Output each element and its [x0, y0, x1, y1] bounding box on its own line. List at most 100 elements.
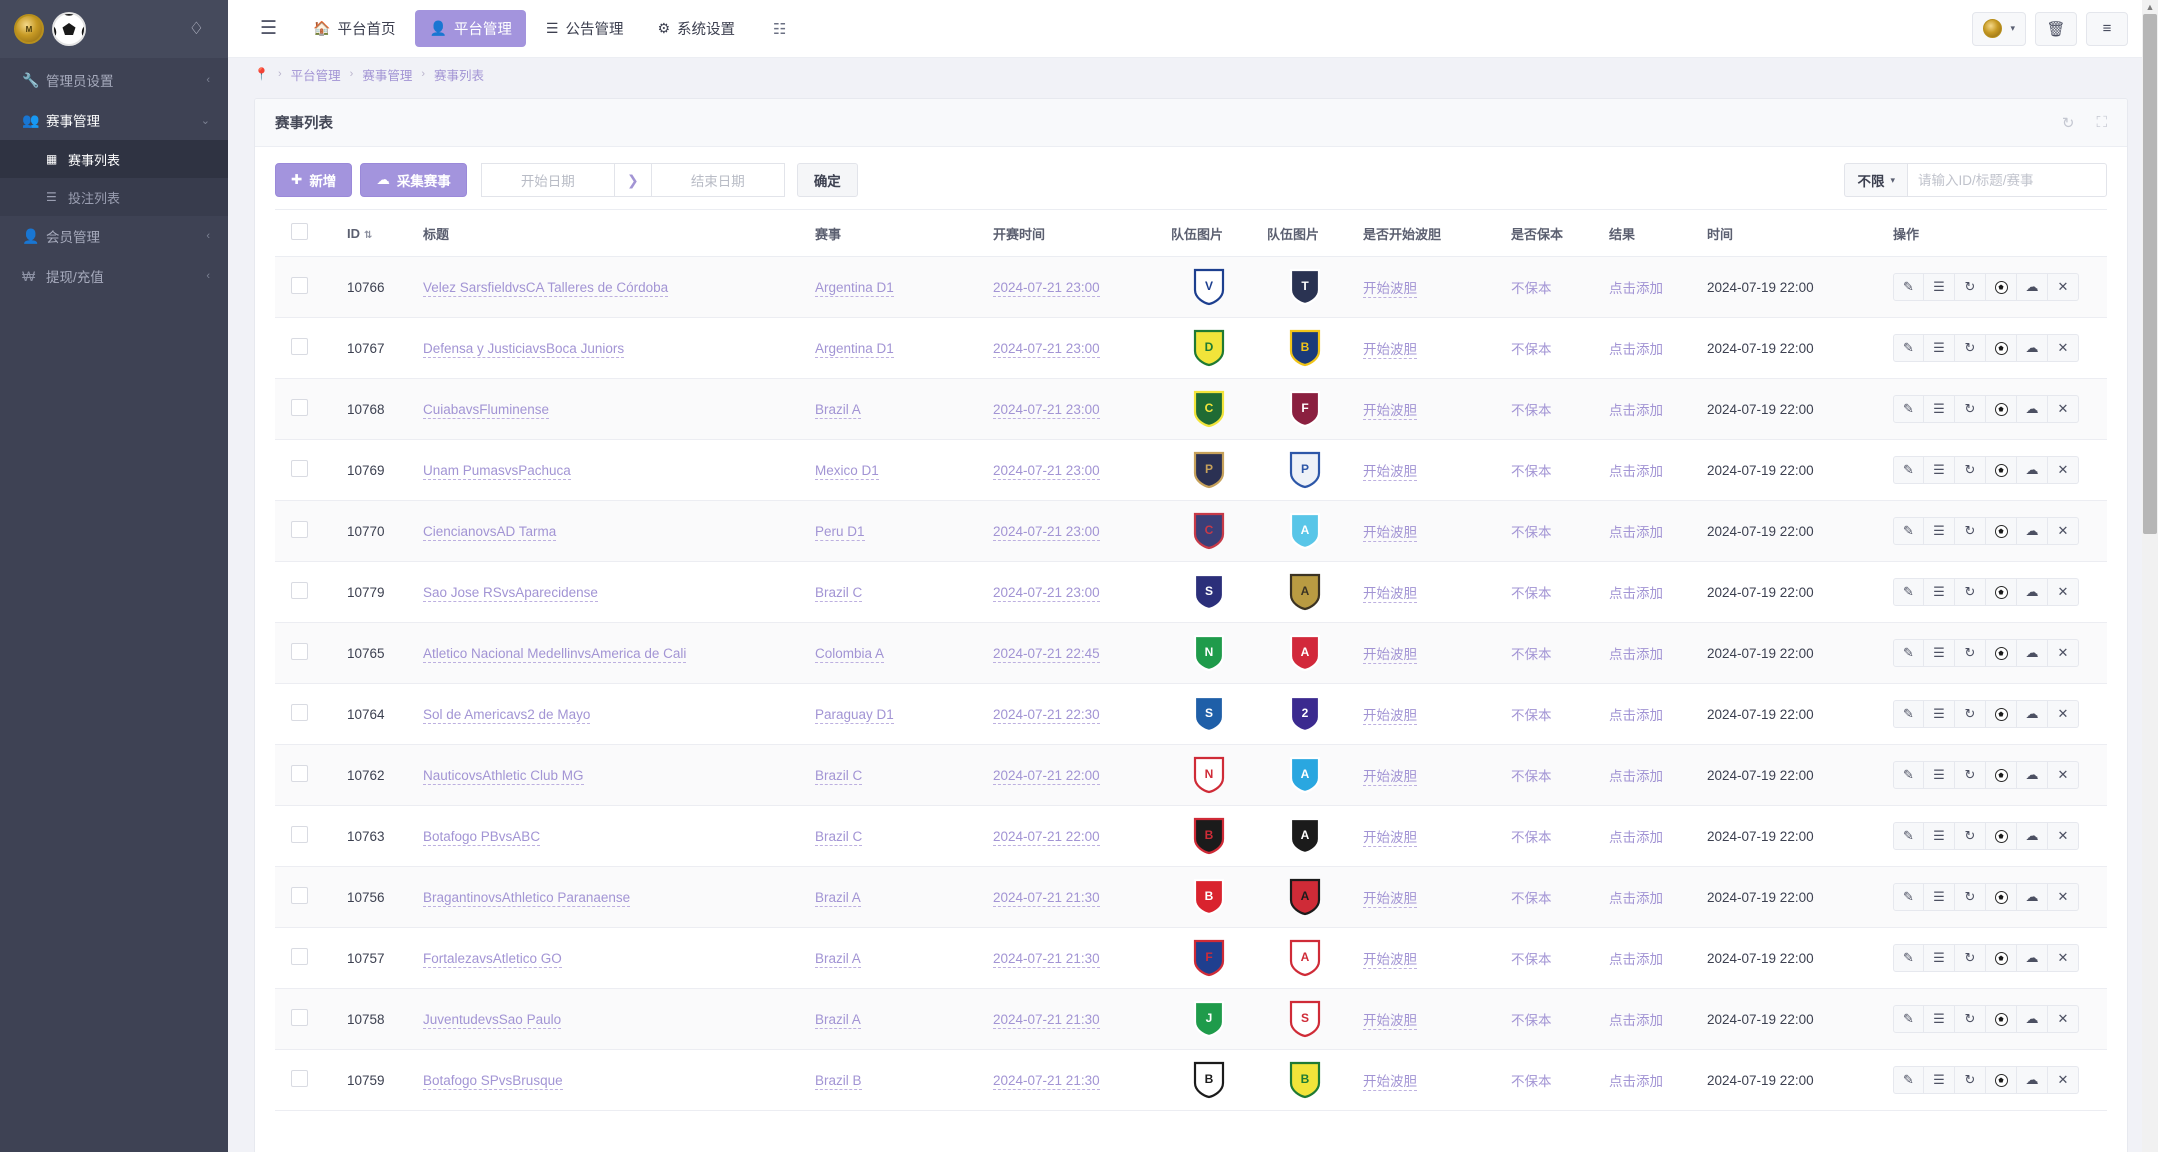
row-action-close[interactable]: ✕ — [2048, 761, 2079, 789]
league-link[interactable]: Brazil A — [815, 401, 861, 419]
trash-button[interactable]: 🗑 — [2035, 11, 2077, 46]
kickoff-link[interactable]: 2024-07-21 21:30 — [993, 1072, 1100, 1090]
row-action-soccer-ball[interactable] — [1986, 883, 2017, 911]
row-checkbox[interactable] — [291, 399, 308, 416]
result-add-link[interactable]: 点击添加 — [1609, 952, 1663, 967]
panel-toggle-button[interactable]: ≡ — [2086, 11, 2128, 46]
result-add-link[interactable]: 点击添加 — [1609, 891, 1663, 906]
row-action-list[interactable]: ☰ — [1924, 883, 1955, 911]
bodan-link[interactable]: 开始波胆 — [1363, 281, 1417, 298]
sidebar-item-match-list[interactable]: ▦ 赛事列表 — [0, 140, 228, 178]
tab-platform-home[interactable]: 🏠 平台首页 — [299, 10, 409, 47]
account-menu-button[interactable]: ▾ — [1972, 11, 2026, 46]
row-action-refresh[interactable]: ↻ — [1955, 456, 1986, 484]
row-action-cloud-upload[interactable]: ☁ — [2017, 334, 2048, 362]
row-action-refresh[interactable]: ↻ — [1955, 517, 1986, 545]
water-drop-icon[interactable]: ♢ — [189, 19, 204, 39]
row-action-close[interactable]: ✕ — [2048, 944, 2079, 972]
row-action-list[interactable]: ☰ — [1924, 1005, 1955, 1033]
league-link[interactable]: Brazil A — [815, 1011, 861, 1029]
header-id[interactable]: ID ⇅ — [337, 209, 413, 257]
sidebar-item-admin-settings[interactable]: 🔧 管理员设置 ‹ — [0, 60, 228, 100]
sidebar-item-match-management[interactable]: 👥 赛事管理 ⌄ — [0, 100, 228, 140]
row-action-list[interactable]: ☰ — [1924, 700, 1955, 728]
match-title-link[interactable]: Botafogo PBvsABC — [423, 828, 541, 846]
result-add-link[interactable]: 点击添加 — [1609, 708, 1663, 723]
row-checkbox[interactable] — [291, 887, 308, 904]
baoben-label[interactable]: 不保本 — [1511, 403, 1552, 418]
baoben-label[interactable]: 不保本 — [1511, 525, 1552, 540]
grid-icon[interactable]: ☷ — [773, 20, 787, 38]
row-action-list[interactable]: ☰ — [1924, 517, 1955, 545]
row-action-cloud-upload[interactable]: ☁ — [2017, 1005, 2048, 1033]
row-action-soccer-ball[interactable] — [1986, 334, 2017, 362]
row-action-list[interactable]: ☰ — [1924, 578, 1955, 606]
row-action-close[interactable]: ✕ — [2048, 456, 2079, 484]
bodan-link[interactable]: 开始波胆 — [1363, 1074, 1417, 1091]
result-add-link[interactable]: 点击添加 — [1609, 769, 1663, 784]
row-action-refresh[interactable]: ↻ — [1955, 700, 1986, 728]
baoben-label[interactable]: 不保本 — [1511, 1013, 1552, 1028]
result-add-link[interactable]: 点击添加 — [1609, 464, 1663, 479]
row-action-soccer-ball[interactable] — [1986, 517, 2017, 545]
league-link[interactable]: Brazil B — [815, 1072, 862, 1090]
baoben-label[interactable]: 不保本 — [1511, 769, 1552, 784]
row-action-cloud-upload[interactable]: ☁ — [2017, 761, 2048, 789]
baoben-label[interactable]: 不保本 — [1511, 464, 1552, 479]
baoben-label[interactable]: 不保本 — [1511, 952, 1552, 967]
kickoff-link[interactable]: 2024-07-21 22:00 — [993, 828, 1100, 846]
bodan-link[interactable]: 开始波胆 — [1363, 403, 1417, 420]
row-action-refresh[interactable]: ↻ — [1955, 944, 1986, 972]
row-checkbox[interactable] — [291, 521, 308, 538]
match-title-link[interactable]: Defensa y JusticiavsBoca Juniors — [423, 340, 625, 358]
tab-platform-management[interactable]: 👤 平台管理 — [415, 10, 526, 47]
sidebar-item-withdraw-recharge[interactable]: ₩ 提现/充值 ‹ — [0, 256, 228, 296]
baoben-label[interactable]: 不保本 — [1511, 891, 1552, 906]
row-checkbox[interactable] — [291, 1070, 308, 1087]
row-action-list[interactable]: ☰ — [1924, 273, 1955, 301]
row-action-soccer-ball[interactable] — [1986, 639, 2017, 667]
league-link[interactable]: Argentina D1 — [815, 340, 894, 358]
row-action-soccer-ball[interactable] — [1986, 456, 2017, 484]
row-action-close[interactable]: ✕ — [2048, 395, 2079, 423]
league-link[interactable]: Colombia A — [815, 645, 885, 663]
baoben-label[interactable]: 不保本 — [1511, 281, 1552, 296]
row-checkbox[interactable] — [291, 643, 308, 660]
row-action-close[interactable]: ✕ — [2048, 1066, 2079, 1094]
row-action-refresh[interactable]: ↻ — [1955, 395, 1986, 423]
breadcrumb-item-platform-management[interactable]: 平台管理 — [291, 65, 341, 84]
result-add-link[interactable]: 点击添加 — [1609, 1013, 1663, 1028]
bodan-link[interactable]: 开始波胆 — [1363, 342, 1417, 359]
row-action-edit[interactable]: ✎ — [1893, 639, 1924, 667]
row-action-refresh[interactable]: ↻ — [1955, 822, 1986, 850]
row-action-refresh[interactable]: ↻ — [1955, 1066, 1986, 1094]
result-add-link[interactable]: 点击添加 — [1609, 342, 1663, 357]
result-add-link[interactable]: 点击添加 — [1609, 830, 1663, 845]
row-action-list[interactable]: ☰ — [1924, 334, 1955, 362]
row-action-cloud-upload[interactable]: ☁ — [2017, 517, 2048, 545]
row-action-close[interactable]: ✕ — [2048, 1005, 2079, 1033]
row-action-close[interactable]: ✕ — [2048, 883, 2079, 911]
row-action-list[interactable]: ☰ — [1924, 1066, 1955, 1094]
baoben-label[interactable]: 不保本 — [1511, 708, 1552, 723]
kickoff-link[interactable]: 2024-07-21 22:00 — [993, 767, 1100, 785]
match-title-link[interactable]: Unam PumasvsPachuca — [423, 462, 571, 480]
bodan-link[interactable]: 开始波胆 — [1363, 1013, 1417, 1030]
league-link[interactable]: Brazil A — [815, 889, 861, 907]
kickoff-link[interactable]: 2024-07-21 21:30 — [993, 950, 1100, 968]
match-title-link[interactable]: Sol de Americavs2 de Mayo — [423, 706, 591, 724]
start-date-input[interactable]: 开始日期 — [480, 163, 615, 197]
row-action-soccer-ball[interactable] — [1986, 944, 2017, 972]
breadcrumb-item-match-management[interactable]: 赛事管理 — [362, 65, 412, 84]
row-action-edit[interactable]: ✎ — [1893, 883, 1924, 911]
row-checkbox[interactable] — [291, 948, 308, 965]
league-link[interactable]: Paraguay D1 — [815, 706, 894, 724]
row-action-edit[interactable]: ✎ — [1893, 944, 1924, 972]
kickoff-link[interactable]: 2024-07-21 23:00 — [993, 462, 1100, 480]
baoben-label[interactable]: 不保本 — [1511, 647, 1552, 662]
result-add-link[interactable]: 点击添加 — [1609, 647, 1663, 662]
match-title-link[interactable]: Atletico Nacional MedellinvsAmerica de C… — [423, 645, 687, 663]
tab-system-settings[interactable]: ⚙ 系统设置 — [643, 10, 749, 47]
league-link[interactable]: Brazil C — [815, 767, 863, 785]
bodan-link[interactable]: 开始波胆 — [1363, 586, 1417, 603]
